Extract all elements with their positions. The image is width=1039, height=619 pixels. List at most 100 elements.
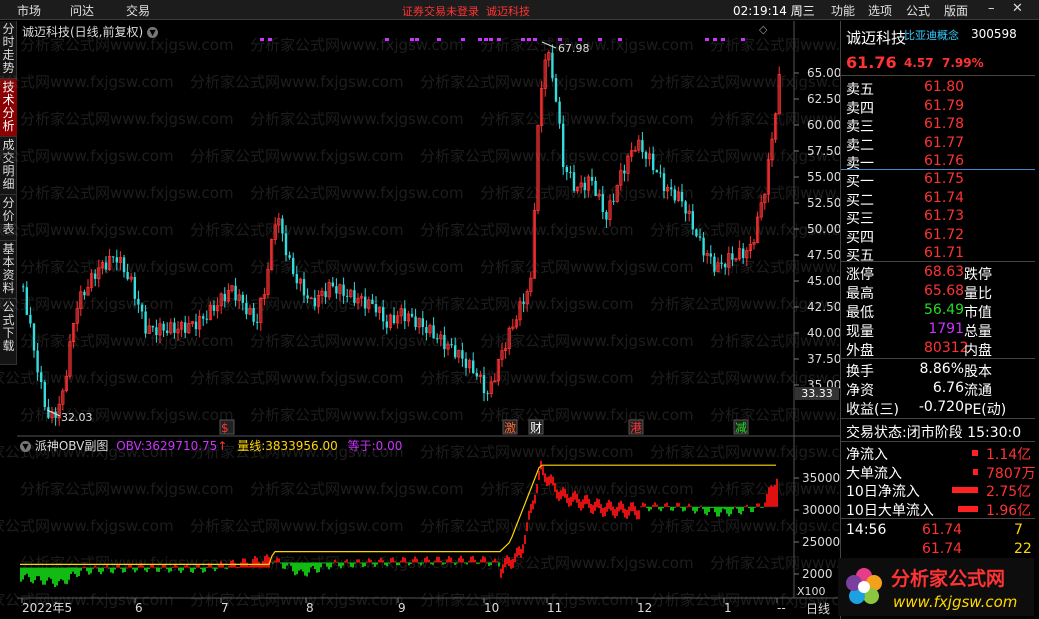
obv-unit-label: X100 <box>797 585 826 598</box>
stat2-row: 换手 8.86% 股本 <box>846 361 992 380</box>
bid-row: 买二 61.74 <box>846 189 965 209</box>
watermark-text: 分析家公式网www.fxjgsw.com <box>20 480 234 498</box>
ask-row: 卖五 61.80 <box>846 79 965 98</box>
watermark-text: 分析家公式网www.fxjgsw.com <box>250 406 464 424</box>
watermark-text: 分析家公式网www.fxjgsw.com <box>250 184 464 202</box>
ask-row: 卖一 61.76 <box>846 153 965 172</box>
watermark-text: 分析家公式网www.fxjgsw.com <box>0 147 174 165</box>
price-tick-label: 47.50 <box>807 248 841 262</box>
chevron-down-icon[interactable]: ▼ <box>20 441 31 452</box>
flow-row: 10日大单流入 1.96亿 <box>846 502 1032 519</box>
watermark-text: 分析家公式网www.fxjgsw.com <box>650 591 864 609</box>
price-tick-label: 62.50 <box>807 92 841 106</box>
price-tick-label: 60.00 <box>807 118 841 132</box>
ask-row: 卖二 61.77 <box>846 134 965 154</box>
watermark-layer: 分析家公式网www.fxjgsw.com 分析家公式网www.fxjgsw.com… <box>0 36 924 609</box>
stat-row: 涨停 68.63 跌停 <box>846 264 992 283</box>
watermark-text: 分析家公式网www.fxjgsw.com <box>420 73 634 91</box>
watermark-text: 分析家公式网www.fxjgsw.com <box>190 147 404 165</box>
watermark-text: 分析家公式网www.fxjgsw.com <box>190 221 404 239</box>
chevron-down-icon[interactable]: ▼ <box>147 27 159 38</box>
ask-row: 卖四 61.79 <box>846 97 965 117</box>
obv-tick-label: 25000 <box>802 535 840 549</box>
price-tick-label: 37.50 <box>807 352 841 366</box>
watermark-text: 分析家公式网www.fxjgsw.com <box>190 369 404 387</box>
ask-row: 卖三 61.78 <box>846 116 965 135</box>
obv-tick-label: 35000 <box>802 471 840 485</box>
obv-tick-label: 30000 <box>802 503 840 517</box>
quote-panel: 诚迈科技 比亚迪概念 300598 61.76 4.57 7.99% 卖五 61.… <box>840 21 1039 619</box>
stat2-row: 净资 6.76 流通 <box>846 380 992 399</box>
watermark-text: 分析家公式网www.fxjgsw.com <box>480 110 694 128</box>
date-label: -- <box>777 601 786 615</box>
bid-row: 买一 61.75 <box>846 171 965 190</box>
watermark-text: 分析家公式网www.fxjgsw.com <box>420 221 634 239</box>
bid-row: 买四 61.72 <box>846 226 965 246</box>
date-label: 11 <box>547 601 562 615</box>
event-marker: 激 <box>504 421 516 435</box>
date-label: 10 <box>484 601 499 615</box>
stat-row: 现量 1791 总量 <box>846 321 992 340</box>
watermark-text: 分析家公式网www.fxjgsw.com <box>650 443 864 461</box>
watermark-text: 分析家公式网www.fxjgsw.com <box>420 369 634 387</box>
flow-row: 大单流入 7807万 <box>846 465 1036 482</box>
watermark-text: 分析家公式网www.fxjgsw.com <box>20 110 234 128</box>
subchart-title: ▼ 派神OBV副图 OBV:3629710.75↑ 量线:3833956.00 … <box>20 437 402 454</box>
event-marker: $ <box>221 421 229 435</box>
watermark-text: 分析家公式网www.fxjgsw.com <box>480 332 694 350</box>
event-marker: 财 <box>530 421 542 435</box>
date-label: 8 <box>306 601 314 615</box>
watermark-text: 分析家公式网www.fxjgsw.com <box>420 147 634 165</box>
date-label: 1 <box>724 601 732 615</box>
watermark-text: 分析家公式网www.fxjgsw.com <box>650 517 864 535</box>
watermark-text: 分析家公式网www.fxjgsw.com <box>20 332 234 350</box>
price-tick-label: 55.00 <box>807 170 841 184</box>
chart-title: 诚迈科技(日线,前复权) ▼ <box>22 23 159 40</box>
stock-name: 诚迈科技 <box>846 29 907 47</box>
obv-tick-label: 2000 <box>802 567 833 581</box>
logo-url: www.fxjgsw.com <box>893 593 1017 611</box>
stat-row: 最低 56.49 市值 <box>846 302 992 321</box>
flow-row: 净流入 1.14亿 <box>846 447 1032 463</box>
date-label: 7 <box>221 601 229 615</box>
event-marker: 港 <box>630 421 642 435</box>
event-marker: 减 <box>735 421 747 435</box>
watermark-text: 分析家公式网www.fxjgsw.com <box>420 443 634 461</box>
tick-row: 14:56 61.74 7 <box>846 522 1023 538</box>
price-tick-label: 42.50 <box>807 300 841 314</box>
last-price: 61.76 <box>846 53 897 72</box>
watermark-text: 分析家公式网www.fxjgsw.com <box>250 36 464 54</box>
date-label: 2022年5 <box>22 601 72 615</box>
watermark-text: 分析家公式网www.fxjgsw.com <box>250 110 464 128</box>
price-change: 4.57 <box>904 56 934 70</box>
price-tick-label: 50.00 <box>807 222 841 236</box>
min-price-label: 32.03 <box>61 411 93 424</box>
bid-row: 买五 61.71 <box>846 245 965 264</box>
price-tick-label: 45.00 <box>807 274 841 288</box>
flow-row: 10日净流入 2.75亿 <box>846 484 1032 500</box>
watermark-text: 分析家公式网www.fxjgsw.com <box>190 73 404 91</box>
date-label: 9 <box>398 601 406 615</box>
stock-concept[interactable]: 比亚迪概念 <box>904 27 959 43</box>
price-tick-label: 52.50 <box>807 196 841 210</box>
date-label: 6 <box>135 601 143 615</box>
watermark-text: 分析家公式网www.fxjgsw.com <box>0 221 174 239</box>
price-change-pct: 7.99% <box>942 56 984 70</box>
price-tick-label: 57.50 <box>807 144 841 158</box>
price-tick-label: 40.00 <box>807 326 841 340</box>
bid-row: 买三 61.73 <box>846 208 965 227</box>
watermark-text: 分析家公式网www.fxjgsw.com <box>0 517 174 535</box>
watermark-text: 分析家公式网www.fxjgsw.com <box>480 258 694 276</box>
watermark-text: 分析家公式网www.fxjgsw.com <box>0 73 174 91</box>
diamond-icon[interactable]: ◇ <box>759 23 767 36</box>
watermark-text: 分析家公式网www.fxjgsw.com <box>250 332 464 350</box>
stat-row: 外盘 80312 内盘 <box>846 340 992 359</box>
period-label[interactable]: 日线 <box>806 600 830 617</box>
watermark-text: 分析家公式网www.fxjgsw.com <box>420 591 634 609</box>
watermark-text: 分析家公式网www.fxjgsw.com <box>0 369 174 387</box>
date-label: 12 <box>637 601 652 615</box>
app-window: 市场 问达 交易 证券交易未登录 诚迈科技 02:19:14 周三 功能 选项 … <box>0 0 1039 619</box>
watermark-text: 分析家公式网www.fxjgsw.com <box>480 184 694 202</box>
watermark-text: 分析家公式网www.fxjgsw.com <box>20 184 234 202</box>
price-tick-label: 65.00 <box>807 66 841 80</box>
